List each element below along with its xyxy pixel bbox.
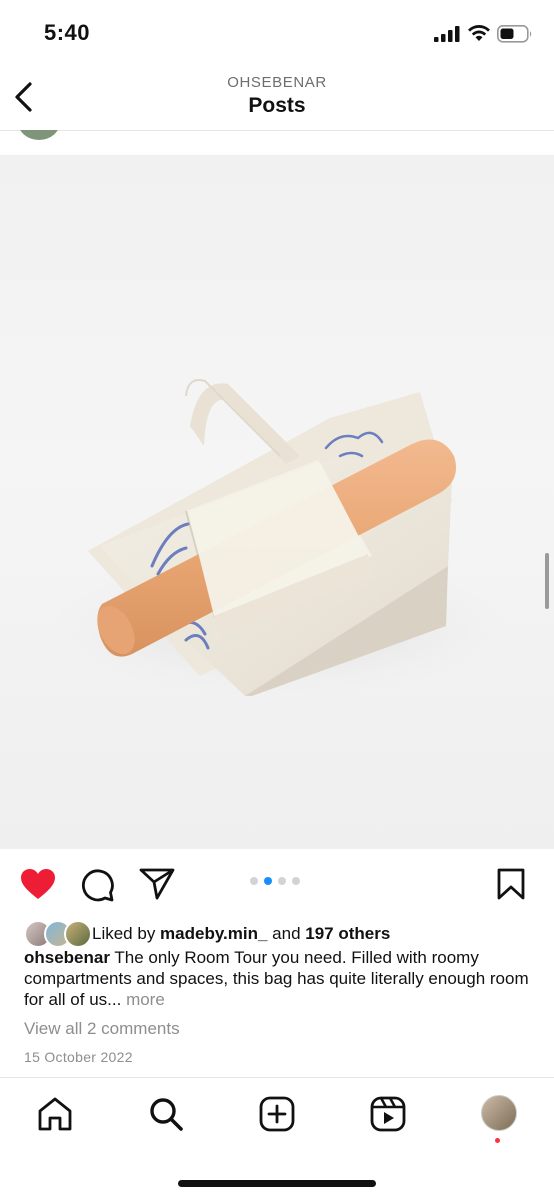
carousel-dot	[250, 877, 258, 885]
create-icon[interactable]	[259, 1096, 295, 1132]
carousel-dot	[292, 877, 300, 885]
carousel-indicator	[250, 877, 300, 885]
avatar	[64, 920, 92, 948]
header-username: OHSEBENAR	[227, 74, 327, 91]
status-time: 5:40	[44, 20, 91, 45]
heart-filled-icon[interactable]	[20, 868, 56, 900]
carousel-dot	[278, 877, 286, 885]
bookmark-icon[interactable]	[497, 868, 525, 900]
post-image[interactable]	[0, 156, 554, 849]
caption-more-link[interactable]: more	[126, 990, 165, 1009]
battery-icon	[497, 25, 532, 43]
page-title: Posts	[248, 94, 306, 117]
scroll-indicator[interactable]	[545, 553, 549, 609]
liker-avatars	[24, 920, 92, 948]
share-icon[interactable]	[139, 867, 175, 901]
status-bar: 5:40	[0, 0, 554, 62]
tote-bag-illustration	[50, 379, 510, 696]
likes-summary[interactable]: Liked by madeby.min_ and 197 others	[24, 920, 390, 948]
post-date: 15 October 2022	[24, 1049, 133, 1065]
home-icon[interactable]	[37, 1096, 73, 1132]
likes-count-link[interactable]: 197 others	[305, 924, 390, 943]
navigation-header: OHSEBENAR Posts	[0, 62, 554, 131]
wifi-icon	[468, 25, 490, 41]
likes-middle: and	[267, 924, 306, 943]
notification-dot	[495, 1138, 500, 1143]
likes-text: Liked by madeby.min_ and 197 others	[92, 924, 390, 944]
cellular-signal-icon	[434, 26, 460, 42]
search-icon[interactable]	[148, 1096, 184, 1132]
carousel-dot-active	[264, 877, 272, 885]
post-caption: ohsebenar The only Room Tour you need. F…	[24, 947, 534, 1010]
profile-avatar[interactable]	[481, 1095, 517, 1131]
caption-username[interactable]: ohsebenar	[24, 948, 110, 967]
comment-icon[interactable]	[81, 868, 115, 902]
reels-icon[interactable]	[370, 1096, 406, 1132]
likes-prefix: Liked by	[92, 924, 161, 943]
home-indicator[interactable]	[178, 1180, 376, 1187]
view-comments-link[interactable]: View all 2 comments	[24, 1019, 180, 1039]
liked-by-user-link[interactable]: madeby.min_	[160, 924, 267, 943]
